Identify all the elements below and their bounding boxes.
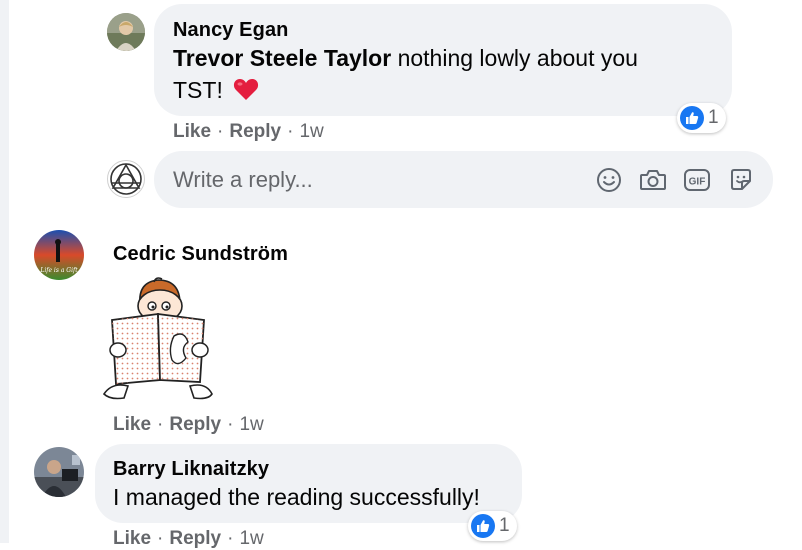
reading-book-sticker[interactable] <box>100 276 218 404</box>
timestamp[interactable]: 1w <box>239 414 263 436</box>
reaction-count-badge[interactable]: 1 <box>677 103 726 133</box>
comment-text: I managed the reading successfully! <box>113 484 480 510</box>
camera-icon[interactable] <box>637 164 669 196</box>
reaction-count: 1 <box>499 515 510 536</box>
avatar-photo <box>107 13 145 51</box>
heart-emoji-icon <box>233 78 259 110</box>
reply-button[interactable]: Reply <box>229 121 281 143</box>
separator: · <box>287 121 294 142</box>
reply-composer: GIF <box>154 151 773 208</box>
separator: · <box>157 528 164 549</box>
reply-button[interactable]: Reply <box>169 528 221 550</box>
triangle-circle-icon <box>110 163 142 195</box>
comment-author[interactable]: Barry Liknaitzky <box>113 458 269 481</box>
avatar-barry-liknaitzky[interactable] <box>34 447 84 497</box>
comment-actions: Like · Reply · 1w <box>113 414 264 436</box>
avatar-photo <box>34 447 84 497</box>
avatar-photo: Life is a Gift <box>34 230 84 280</box>
like-reaction-icon <box>471 514 495 538</box>
comment-bubble-nancy-egan: Nancy Egan Trevor Steele Taylor nothing … <box>154 4 732 116</box>
avatar-nancy-egan[interactable] <box>107 13 145 51</box>
comment-text: Trevor Steele Taylor nothing lowly about… <box>173 42 693 110</box>
separator: · <box>217 121 224 142</box>
reply-button[interactable]: Reply <box>169 414 221 436</box>
separator: · <box>157 414 164 435</box>
timestamp[interactable]: 1w <box>239 528 263 550</box>
emoji-icon[interactable] <box>593 164 625 196</box>
reaction-count-badge[interactable]: 1 <box>468 511 517 541</box>
like-reaction-icon <box>680 106 704 130</box>
svg-text:GIF: GIF <box>689 176 706 187</box>
timestamp[interactable]: 1w <box>299 121 323 143</box>
gif-icon[interactable]: GIF <box>681 164 713 196</box>
like-button[interactable]: Like <box>113 528 151 550</box>
comment-bubble-barry-liknaitzky: Barry Liknaitzky I managed the reading s… <box>95 444 522 523</box>
comment-actions: Like · Reply · 1w <box>173 121 324 143</box>
avatar-cedric-sundstrom[interactable]: Life is a Gift <box>34 230 84 280</box>
separator: · <box>227 528 234 549</box>
svg-text:Life is a Gift: Life is a Gift <box>39 267 78 274</box>
mention-link[interactable]: Trevor Steele Taylor <box>173 45 391 71</box>
like-button[interactable]: Like <box>173 121 211 143</box>
reply-input[interactable] <box>173 166 581 193</box>
comment-author[interactable]: Nancy Egan <box>173 19 288 42</box>
like-button[interactable]: Like <box>113 414 151 436</box>
avatar-current-user[interactable] <box>107 160 145 198</box>
comment-actions: Like · Reply · 1w <box>113 528 264 550</box>
sticker-icon[interactable] <box>725 164 757 196</box>
left-margin-rule <box>0 0 9 543</box>
comment-author[interactable]: Cedric Sundström <box>113 243 288 266</box>
reaction-count: 1 <box>708 107 719 128</box>
separator: · <box>227 414 234 435</box>
